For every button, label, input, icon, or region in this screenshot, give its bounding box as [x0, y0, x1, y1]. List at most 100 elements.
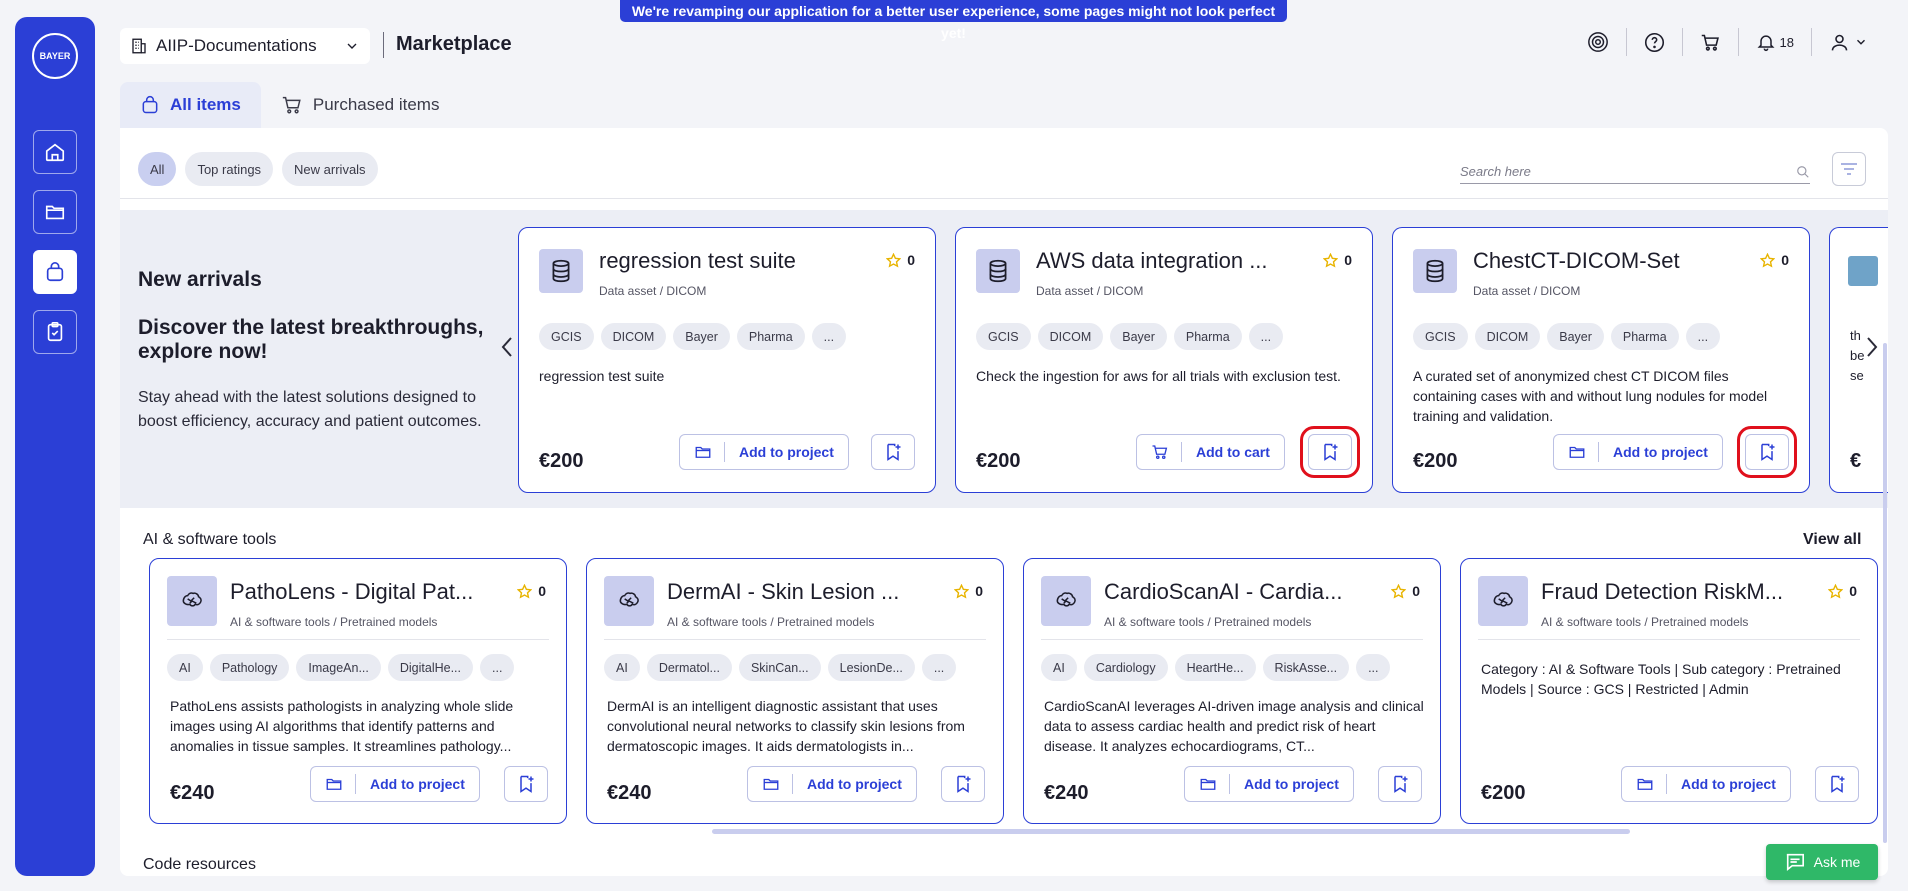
- database-icon: [989, 259, 1007, 283]
- add-to-project-button[interactable]: Add to project: [1553, 434, 1723, 470]
- product-card[interactable]: CardioScanAI - Cardia... 0 AI & software…: [1023, 558, 1441, 824]
- star-icon: [1391, 583, 1407, 599]
- ask-me-button[interactable]: Ask me: [1766, 844, 1878, 880]
- filter-settings-button[interactable]: [1832, 152, 1866, 186]
- more-tags[interactable]: ...: [1248, 323, 1284, 350]
- folder-icon: [45, 205, 65, 220]
- card-price: €: [1850, 450, 1862, 472]
- product-card[interactable]: regression test suite 0 Data asset / DIC…: [518, 227, 936, 493]
- card-category: AI & software tools / Pretrained models: [230, 615, 438, 629]
- filter-top-ratings[interactable]: Top ratings: [185, 152, 274, 186]
- bookmark-button[interactable]: [1300, 426, 1360, 478]
- add-to-project-button[interactable]: Add to project: [1621, 766, 1791, 802]
- bookmark-button[interactable]: [1737, 426, 1797, 478]
- card-title[interactable]: Fraud Detection RiskM...: [1541, 579, 1796, 605]
- bookmark-add-icon: [1394, 775, 1408, 793]
- asset-thumbnail: [1041, 576, 1091, 626]
- brain-chip-icon: [1493, 592, 1513, 607]
- card-title[interactable]: regression test suite: [599, 248, 869, 274]
- more-tags[interactable]: ...: [1356, 654, 1391, 681]
- projects-nav-button[interactable]: [33, 190, 77, 234]
- bookmark-button[interactable]: [504, 766, 548, 802]
- product-card[interactable]: ChestCT-DICOM-Set 0 Data asset / DICOM G…: [1392, 227, 1810, 493]
- star-icon: [954, 583, 970, 599]
- help-button[interactable]: [1627, 28, 1683, 56]
- card-title[interactable]: CardioScanAI - Cardia...: [1104, 579, 1359, 605]
- filter-new-arrivals[interactable]: New arrivals: [282, 152, 378, 186]
- card-description: DermAI is an intelligent diagnostic assi…: [607, 698, 965, 754]
- asset-thumbnail: [604, 576, 654, 626]
- target-icon: [1587, 32, 1608, 52]
- product-card[interactable]: PathoLens - Digital Pat... 0 AI & softwa…: [149, 558, 567, 824]
- horizontal-scrollbar[interactable]: [712, 829, 1630, 834]
- card-rating: 0: [1391, 583, 1420, 599]
- add-to-project-button[interactable]: Add to project: [310, 766, 480, 802]
- card-tags: AI Dermatol... SkinCan... LesionDe... ..…: [604, 654, 957, 681]
- filter-all[interactable]: All: [138, 152, 177, 186]
- card-price: €200: [1481, 782, 1526, 804]
- marketplace-nav-button[interactable]: [33, 250, 77, 294]
- product-card[interactable]: AWS data integration ... 0 Data asset / …: [955, 227, 1373, 493]
- target-button[interactable]: [1570, 28, 1627, 56]
- card-title[interactable]: DermAI - Skin Lesion ...: [667, 579, 922, 605]
- add-to-cart-button[interactable]: Add to cart: [1136, 434, 1285, 470]
- product-card-partial[interactable]: th be se €: [1829, 227, 1888, 493]
- more-tags[interactable]: ...: [921, 654, 957, 681]
- bookmark-button[interactable]: [1378, 766, 1422, 802]
- bookmark-button[interactable]: [941, 766, 985, 802]
- brain-chip-icon: [182, 592, 202, 607]
- home-nav-button[interactable]: [33, 130, 77, 174]
- chevron-down-icon: [347, 43, 357, 49]
- building-icon: [132, 38, 146, 54]
- cart-icon: [282, 96, 301, 114]
- card-category: AI & software tools / Pretrained models: [1104, 615, 1312, 629]
- card-tags: AI Cardiology HeartHe... RiskAsse... ...: [1041, 654, 1391, 681]
- chevron-right-icon: [1867, 337, 1878, 357]
- add-to-project-button[interactable]: Add to project: [679, 434, 849, 470]
- card-rating: 0: [1760, 252, 1789, 268]
- filter-chips: All Top ratings New arrivals: [138, 152, 378, 186]
- product-card[interactable]: DermAI - Skin Lesion ... 0 AI & software…: [586, 558, 1004, 824]
- user-menu-button[interactable]: [1812, 28, 1868, 56]
- vertical-scrollbar[interactable]: [1883, 343, 1887, 843]
- tag: HeartHe...: [1174, 654, 1256, 681]
- user-icon: [1831, 34, 1848, 50]
- card-category: Data asset / DICOM: [1473, 284, 1581, 298]
- card-rating: 0: [517, 583, 546, 599]
- tag: LesionDe...: [827, 654, 915, 681]
- new-arrivals-promo: New arrivals Discover the latest breakth…: [138, 268, 498, 434]
- bookmark-button[interactable]: [1815, 766, 1859, 802]
- add-to-project-button[interactable]: Add to project: [747, 766, 917, 802]
- card-category: Data asset / DICOM: [1036, 284, 1144, 298]
- folder-icon: [326, 778, 342, 790]
- more-tags[interactable]: ...: [1685, 323, 1721, 350]
- search-input[interactable]: Search here: [1460, 160, 1810, 184]
- tag: GCIS: [539, 323, 594, 350]
- bayer-logo[interactable]: BAYER: [32, 33, 78, 79]
- add-to-project-button[interactable]: Add to project: [1184, 766, 1354, 802]
- tab-all-items[interactable]: All items: [120, 82, 261, 128]
- more-tags[interactable]: ...: [811, 323, 847, 350]
- notifications-button[interactable]: 18: [1739, 28, 1812, 56]
- tag: GCIS: [1413, 323, 1468, 350]
- tab-purchased-items[interactable]: Purchased items: [261, 82, 460, 128]
- bookmark-button[interactable]: [871, 434, 915, 470]
- tasks-nav-button[interactable]: [33, 310, 77, 354]
- asset-thumbnail: [167, 576, 217, 626]
- view-all-link[interactable]: View all: [1803, 531, 1861, 549]
- section-title: AI & software tools: [143, 531, 277, 548]
- card-title[interactable]: ChestCT-DICOM-Set: [1473, 248, 1743, 274]
- carousel-prev-button[interactable]: [500, 336, 514, 358]
- tag: SkinCan...: [738, 654, 821, 681]
- tag: AI: [167, 654, 203, 681]
- star-icon: [1323, 252, 1339, 268]
- card-description: A curated set of anonymized chest CT DIC…: [1413, 368, 1768, 424]
- bookmark-add-icon: [520, 775, 534, 793]
- card-title[interactable]: PathoLens - Digital Pat...: [230, 579, 485, 605]
- more-tags[interactable]: ...: [480, 654, 515, 681]
- carousel-next-button[interactable]: [1865, 336, 1879, 358]
- cart-button[interactable]: [1683, 28, 1739, 56]
- product-card[interactable]: Fraud Detection RiskM... 0 AI & software…: [1460, 558, 1878, 824]
- card-title[interactable]: AWS data integration ...: [1036, 248, 1306, 274]
- workspace-selector[interactable]: AIIP-Documentations: [120, 28, 370, 64]
